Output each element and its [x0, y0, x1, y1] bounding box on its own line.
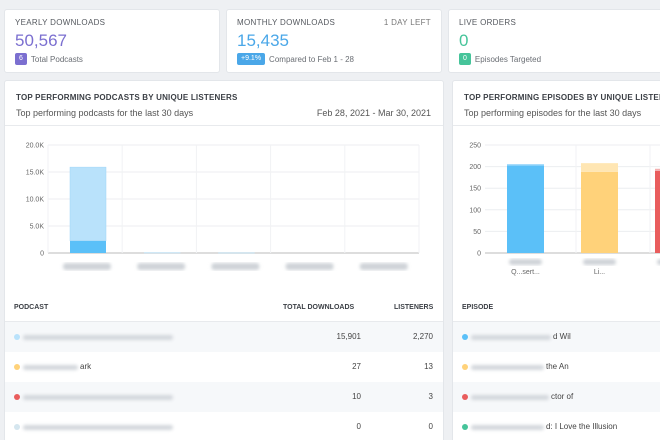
podcast-row[interactable]: 00	[5, 412, 443, 440]
y-tick-label: 50	[473, 229, 481, 236]
col-podcast[interactable]: PODCAST	[14, 304, 48, 311]
yearly-downloads-title: YEARLY DOWNLOADS	[15, 18, 106, 27]
live-orders-title: LIVE ORDERS	[459, 18, 517, 27]
episode-name-redacted	[471, 365, 544, 370]
episode-name: ctor of	[551, 392, 574, 401]
x-tick-label-redacted	[359, 263, 408, 270]
change-percent-badge: +9.1%	[237, 53, 266, 65]
podcast-total-downloads: 15,901	[336, 332, 361, 341]
yearly-downloads-card: YEARLY DOWNLOADS 50,567 6 Total Podcasts	[4, 9, 220, 73]
podcast-color-dot	[14, 334, 20, 340]
bar-segment	[507, 164, 544, 166]
x-tick-label-redacted	[137, 263, 186, 270]
episode-row[interactable]: d: I Love the Illusion	[453, 412, 660, 440]
episode-color-dot	[462, 364, 468, 370]
live-orders-value: 0	[459, 31, 469, 50]
episodes-bar-chart: 0 50 100 150 200 250 Q...sert... Li...	[469, 143, 660, 276]
podcast-name-redacted	[23, 365, 78, 370]
yearly-downloads-subtitle: Total Podcasts	[30, 54, 83, 64]
y-tick-label: 10.0K	[26, 197, 45, 204]
podcast-row[interactable]: 10 3	[5, 382, 443, 412]
podcast-listeners: 3	[428, 392, 433, 401]
x-tick-label-redacted	[509, 259, 542, 265]
episode-row[interactable]: d Wil	[453, 322, 660, 352]
episode-row[interactable]: ctor of	[453, 382, 660, 412]
podcast-color-dot	[14, 364, 20, 370]
top-podcasts-title: TOP PERFORMING PODCASTS BY UNIQUE LISTEN…	[16, 93, 238, 102]
episode-name-redacted	[471, 425, 544, 430]
podcast-total-downloads: 10	[352, 392, 361, 401]
bar-segment	[655, 168, 660, 171]
bar-segment	[581, 171, 618, 253]
bar-segment	[655, 170, 660, 253]
podcast-name-redacted	[23, 425, 173, 430]
x-tick-label-redacted	[285, 263, 334, 270]
x-tick-label: Li...	[594, 269, 605, 276]
y-tick-label: 0	[477, 251, 481, 258]
top-episodes-subtitle: Top performing episodes for the last 30 …	[464, 108, 642, 118]
top-podcasts-panel: TOP PERFORMING PODCASTS BY UNIQUE LISTEN…	[4, 80, 444, 440]
episode-name: d Wil	[553, 332, 571, 341]
podcast-row[interactable]: ark 27 13	[5, 352, 443, 382]
top-podcasts-subtitle: Top performing podcasts for the last 30 …	[16, 108, 194, 118]
episode-color-dot	[462, 334, 468, 340]
podcast-count-badge: 6	[15, 53, 27, 65]
x-tick-label-redacted	[583, 259, 616, 265]
top-episodes-panel: TOP PERFORMING EPISODES BY UNIQUE LISTEN…	[452, 80, 660, 440]
col-listeners[interactable]: LISTENERS	[394, 304, 433, 311]
col-total-downloads[interactable]: TOTAL DOWNLOADS	[283, 304, 354, 311]
episode-color-dot	[462, 394, 468, 400]
col-episode[interactable]: EPISODE	[462, 304, 493, 311]
monthly-downloads-subtitle: Compared to Feb 1 - 28	[269, 54, 354, 64]
y-tick-label: 250	[469, 143, 481, 150]
podcast-total-downloads: 27	[352, 362, 361, 371]
podcast-listeners: 0	[428, 422, 433, 431]
yearly-downloads-value: 50,567	[15, 31, 67, 50]
podcast-name: ark	[80, 362, 92, 371]
bar-segment	[70, 240, 106, 253]
episode-name-redacted	[471, 335, 551, 340]
monthly-downloads-value: 15,435	[237, 31, 289, 50]
y-tick-label: 150	[469, 186, 481, 193]
live-orders-card: LIVE ORDERS 0 0 Episodes Targeted	[448, 9, 660, 73]
bar-segment	[507, 165, 544, 253]
episode-name: the An	[546, 362, 569, 371]
episodes-targeted-badge: 0	[459, 53, 471, 65]
podcast-listeners: 2,270	[412, 332, 433, 341]
y-tick-label: 5.0K	[30, 224, 45, 231]
episodes-table-header: EPISODE	[453, 294, 660, 322]
monthly-downloads-card: MONTHLY DOWNLOADS 1 DAY LEFT 15,435 +9.1…	[226, 9, 442, 73]
podcast-color-dot	[14, 424, 20, 430]
top-episodes-title: TOP PERFORMING EPISODES BY UNIQUE LISTEN…	[464, 93, 660, 102]
date-range[interactable]: Feb 28, 2021 - Mar 30, 2021	[317, 108, 431, 118]
podcast-color-dot	[14, 394, 20, 400]
y-tick-label: 200	[469, 164, 481, 171]
podcast-name-redacted	[23, 335, 173, 340]
podcasts-table-header: PODCAST TOTAL DOWNLOADS LISTENERS	[5, 294, 443, 322]
podcasts-bar-chart: 0 5.0K 10.0K 15.0K 20.0K	[26, 143, 420, 270]
days-left-label: 1 DAY LEFT	[383, 18, 431, 27]
x-tick-label-redacted	[63, 263, 111, 270]
y-tick-label: 15.0K	[26, 170, 45, 177]
episode-row[interactable]: the An	[453, 352, 660, 382]
episode-name-redacted	[471, 395, 549, 400]
live-orders-subtitle: Episodes Targeted	[474, 54, 542, 64]
x-tick-label: Q...sert...	[511, 269, 540, 276]
y-tick-label: 0	[40, 251, 44, 258]
podcast-listeners: 13	[424, 362, 433, 371]
episode-color-dot	[462, 424, 468, 430]
podcast-total-downloads: 0	[356, 422, 361, 431]
y-tick-label: 100	[469, 207, 481, 214]
podcast-name-redacted	[23, 395, 173, 400]
episode-name: d: I Love the Illusion	[546, 422, 618, 431]
x-tick-label-redacted	[211, 263, 260, 270]
y-tick-label: 20.0K	[26, 143, 45, 150]
bar-segment	[69, 166, 107, 241]
bar-segment	[581, 163, 618, 172]
podcast-row[interactable]: 15,901 2,270	[5, 322, 443, 352]
